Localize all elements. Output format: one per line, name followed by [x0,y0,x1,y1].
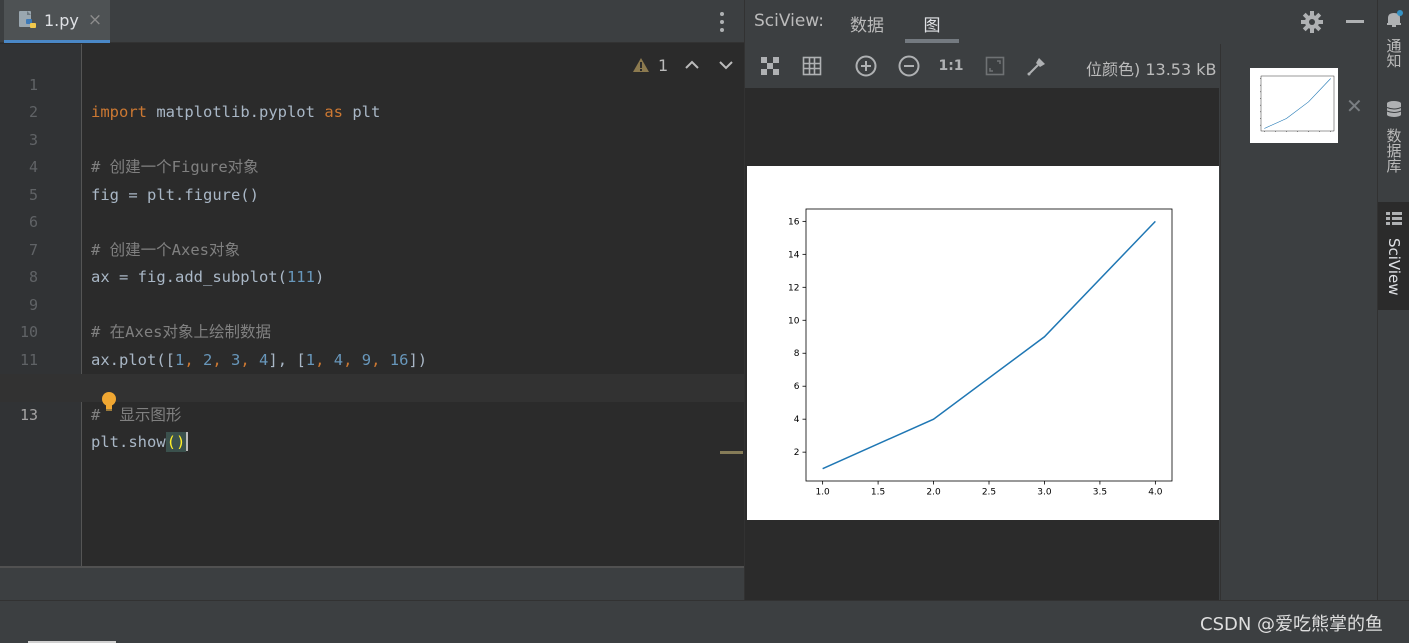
next-highlight-icon[interactable] [716,55,736,75]
bell-icon [1385,10,1403,32]
x-tick-label: 3.0 [1037,488,1052,498]
warning-count: 1 [658,55,669,75]
tab-data[interactable]: 数据 [850,11,884,36]
plot-viewer[interactable]: 1.0 1.5 2.0 2.5 3.0 3.5 4.0 2 4 6 8 10 12 14 16 [745,88,1219,600]
code-text: plt.show() [91,429,189,457]
axes-frame [1260,75,1335,132]
notifications-label: 通知 [1384,38,1403,68]
x-tick-label: 2.5 [982,488,996,498]
y-tick-label: 6 [794,382,800,392]
y-tick-label: 14 [788,250,800,260]
close-tab-icon[interactable]: × [88,11,102,29]
y-tick-label: 12 [788,283,799,293]
text-caret [186,431,189,451]
plot-thumbnail[interactable] [1250,68,1338,143]
table-icon [1385,210,1403,232]
database-label: 数据库 [1384,128,1403,173]
series-line [822,220,1156,470]
code-line[interactable]: 4 fig = plt.figure() [0,127,744,204]
code-line[interactable]: 5 [0,154,744,204]
code-line[interactable]: 6 # 创建一个Axes对象 [0,182,744,259]
sciview-title: SciView: [754,11,825,31]
code-line[interactable]: 10 ax.plot([1, 2, 3, 4], [1, 4, 9, 16]) [0,292,744,369]
zoom-in-icon[interactable] [853,53,879,79]
y-tick-label: 4 [794,415,800,425]
color-picker-icon[interactable] [1024,53,1050,79]
database-tool-button[interactable]: 数据库 [1378,100,1409,173]
gear-icon[interactable] [1301,11,1323,33]
code-line[interactable]: 9 # 在Axes对象上绘制数据 [0,264,744,342]
editor-bottom-panel [0,566,744,600]
line-number: 13 [19,405,38,424]
scrollbar-marker[interactable] [720,451,743,454]
sciview-label: SciView [1385,238,1403,296]
actual-size-button[interactable]: 1:1 [938,53,964,79]
watermark: CSDN @爱吃熊掌的鱼 [1200,614,1384,635]
y-tick-label: 16 [788,217,800,227]
ide-window: 1.py × 1 import matplotlib.pyplot as plt… [0,0,1409,643]
previous-highlight-icon[interactable] [682,55,702,75]
y-tick-label: 2 [794,448,800,458]
code-area[interactable]: 1 import matplotlib.pyplot as plt 2 3 # … [0,44,744,566]
matplotlib-figure: 1.0 1.5 2.0 2.5 3.0 3.5 4.0 2 4 6 8 10 12 14 16 [747,166,1219,520]
sciview-toolbar: 1:1 位颜色) 13.53 kB [745,44,1219,88]
file-tab-label: 1.py [44,10,79,30]
right-tool-strip: 通知 数据库 SciView [1377,0,1409,600]
code-line[interactable]: 7 ax = fig.add_subplot(111) [0,209,744,287]
database-icon [1385,100,1403,122]
python-file-icon [18,10,38,30]
code-line[interactable]: 12 #显示图形 [0,347,744,424]
close-thumbnail-icon[interactable]: ✕ [1346,94,1363,118]
x-tick-label: 3.5 [1093,488,1107,498]
lightbulb-intention-icon[interactable] [100,391,118,413]
series-line [1264,78,1331,129]
y-tick-label: 10 [788,316,800,326]
editor-tab-bar: 1.py × [0,0,744,43]
axes-frame [805,208,1173,482]
sciview-header: SciView: 数据 图 [745,0,1378,43]
x-tick-label: 1.0 [815,488,830,498]
warning-triangle-icon [632,57,650,73]
file-tab[interactable]: 1.py × [4,0,110,43]
code-line[interactable]: 8 [0,237,744,286]
x-tick-label: 2.0 [926,488,941,498]
plot-thumbnails-panel: ✕ [1220,44,1378,600]
tab-plot[interactable]: 图 [905,0,959,43]
image-info-text: 位颜色) 13.53 kB [1086,60,1217,79]
grid-icon[interactable] [799,53,825,79]
code-editor: 1.py × 1 import matplotlib.pyplot as plt… [0,0,744,600]
sciview-tool-button[interactable]: SciView [1378,202,1409,310]
zoom-out-icon[interactable] [896,53,922,79]
y-tick-label: 8 [794,349,800,359]
fit-screen-icon[interactable] [982,53,1008,79]
chessboard-icon[interactable] [757,53,783,79]
x-tick-label: 1.5 [871,488,885,498]
line-chart: 1.0 1.5 2.0 2.5 3.0 3.5 4.0 2 4 6 8 10 12 14 16 [788,208,1173,498]
notifications-tool-button[interactable]: 通知 [1378,10,1409,68]
code-line[interactable]: 3 # 创建一个Figure对象 [0,99,744,177]
sciview-panel: SciView: 数据 图 1:1 位颜色) 13.53 kB 1.0 1.5 … [744,0,1378,600]
code-line[interactable]: 11 [0,319,744,369]
status-bar [0,600,1409,643]
inspection-widget[interactable]: 1 [632,52,736,78]
minimize-icon[interactable] [1346,20,1364,23]
x-tick-label: 4.0 [1148,488,1163,498]
tab-options-menu-icon[interactable] [714,10,730,34]
